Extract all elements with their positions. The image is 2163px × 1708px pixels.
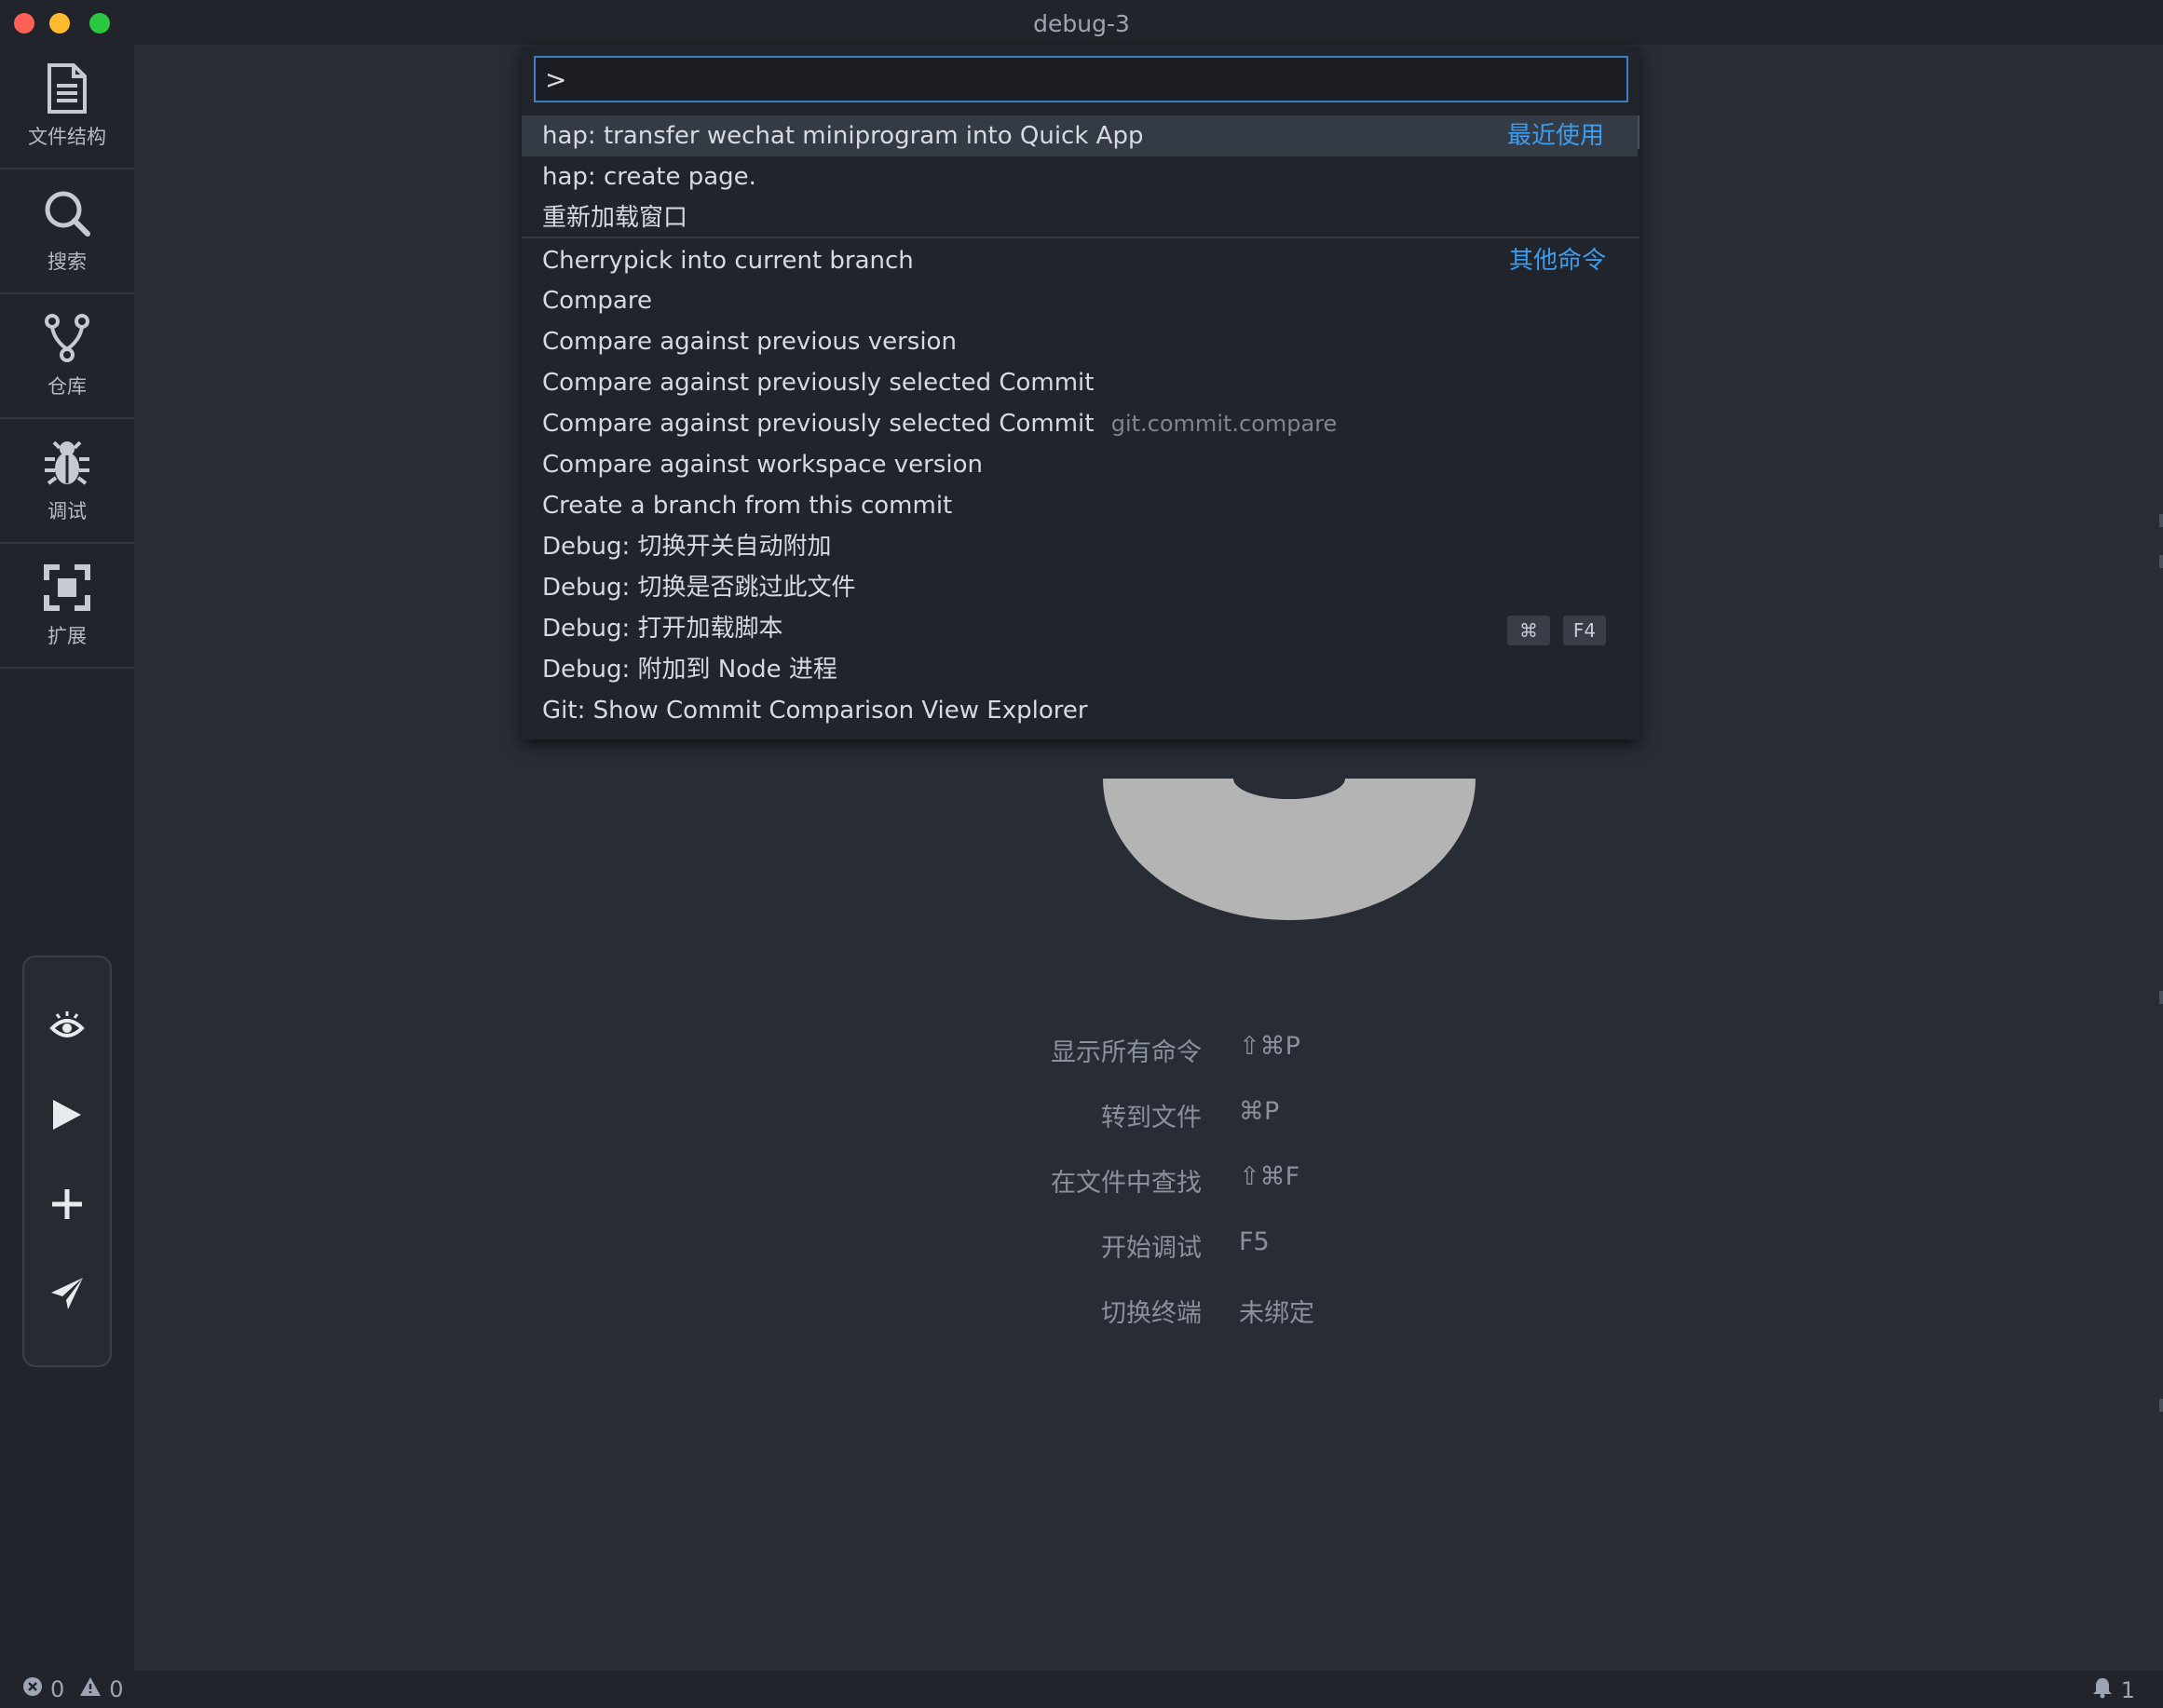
play-icon xyxy=(51,1098,83,1135)
keybinding-key: F4 xyxy=(1563,616,1606,645)
shortcut-row: 切换终端 未绑定 xyxy=(973,1293,1811,1330)
command-item[interactable]: Debug: 切换开关自动附加 xyxy=(522,526,1639,567)
command-item[interactable]: Git: Show Commit Comparison View Explore… xyxy=(522,690,1639,731)
shortcut-name: 显示所有命令 xyxy=(1051,1038,1202,1067)
notification-count: 1 xyxy=(2120,1677,2135,1703)
shortcut-row: 显示所有命令 ⇧⌘P xyxy=(973,1032,1811,1069)
shortcut-name: 转到文件 xyxy=(1101,1104,1202,1132)
run-button[interactable] xyxy=(24,1084,110,1149)
edge-marker xyxy=(2159,991,2163,1004)
activity-item-label: 扩展 xyxy=(48,625,87,647)
command-item[interactable]: Compare xyxy=(522,280,1639,321)
command-label: Compare against previously selected Comm… xyxy=(542,369,1095,397)
command-item[interactable]: Compare against previously selected Comm… xyxy=(522,403,1639,444)
notifications-indicator[interactable]: 1 xyxy=(2091,1676,2135,1704)
group-separator xyxy=(522,237,1639,238)
eye-icon xyxy=(49,1010,85,1045)
plus-icon xyxy=(50,1187,84,1225)
command-item[interactable]: Compare against workspace version xyxy=(522,444,1639,485)
search-icon xyxy=(41,187,93,239)
activity-item-label: 调试 xyxy=(48,500,87,522)
command-label: Compare against previously selected Comm… xyxy=(542,410,1095,438)
shortcut-key: 未绑定 xyxy=(1239,1299,1314,1328)
command-item[interactable]: Compare against previous version xyxy=(522,321,1639,362)
command-label: 重新加载窗口 xyxy=(542,204,688,232)
bell-icon xyxy=(2091,1676,2114,1704)
activity-item-search[interactable]: 搜索 xyxy=(0,169,134,294)
shortcut-key: ⇧⌘P xyxy=(1239,1032,1300,1061)
edge-marker xyxy=(2159,514,2163,527)
error-icon xyxy=(22,1676,43,1702)
shortcut-row: 开始调试 F5 xyxy=(973,1227,1811,1265)
command-label: Debug: 附加到 Node 进程 xyxy=(542,656,837,684)
command-palette: hap: transfer wechat miniprogram into Qu… xyxy=(522,47,1639,739)
activity-item-label: 搜索 xyxy=(48,251,87,273)
command-item[interactable]: Cherrypick into current branch 其他命令 xyxy=(522,240,1639,281)
shortcut-name: 在文件中查找 xyxy=(1051,1169,1202,1198)
shortcut-key: F5 xyxy=(1239,1227,1270,1256)
command-item[interactable]: Compare against previously selected Comm… xyxy=(522,362,1639,403)
command-label: Cherrypick into current branch xyxy=(542,247,914,275)
command-label: Compare against previous version xyxy=(542,328,957,356)
git-branch-icon xyxy=(41,312,93,364)
shortcut-row: 在文件中查找 ⇧⌘F xyxy=(973,1162,1811,1200)
command-item[interactable]: hap: create page. xyxy=(522,156,1639,197)
command-input[interactable] xyxy=(534,56,1628,102)
edge-marker xyxy=(2159,1399,2163,1412)
extension-icon xyxy=(41,562,93,614)
shortcut-name: 切换终端 xyxy=(1101,1299,1202,1328)
warning-icon xyxy=(79,1676,102,1702)
command-label: Git: Show Commit Comparison View Explore… xyxy=(542,697,1088,725)
shortcut-key: ⌘P xyxy=(1239,1097,1280,1126)
command-label: Debug: 切换开关自动附加 xyxy=(542,533,832,561)
shortcut-key: ⇧⌘F xyxy=(1239,1162,1300,1191)
keybinding-key: ⌘ xyxy=(1507,616,1550,645)
activity-item-label: 文件结构 xyxy=(28,126,106,148)
publish-button[interactable] xyxy=(24,1263,110,1328)
add-button[interactable] xyxy=(24,1173,110,1239)
command-label: Compare against workspace version xyxy=(542,451,983,479)
activity-item-file-structure[interactable]: 文件结构 xyxy=(0,45,134,169)
file-icon xyxy=(41,62,93,115)
preview-button[interactable] xyxy=(24,995,110,1060)
activity-item-repository[interactable]: 仓库 xyxy=(0,294,134,419)
command-label: Create a branch from this commit xyxy=(542,492,953,520)
status-bar: 0 0 1 xyxy=(0,1671,2163,1708)
app-window: debug-3 文件结构 搜索 仓库 调试 扩展 显示所有命令 ⇧⌘P 转到文件… xyxy=(0,0,2163,1708)
quick-tools-panel xyxy=(22,956,112,1367)
command-item[interactable]: Debug: 切换是否跳过此文件 xyxy=(522,567,1639,608)
command-item[interactable]: Create a branch from this commit xyxy=(522,485,1639,526)
command-item[interactable]: Debug: 打开加载脚本 ⌘ F4 xyxy=(522,608,1639,649)
bug-icon xyxy=(41,437,93,489)
activity-item-debug[interactable]: 调试 xyxy=(0,419,134,544)
warning-count: 0 xyxy=(109,1676,124,1702)
command-label: hap: create page. xyxy=(542,163,756,191)
command-id: git.commit.compare xyxy=(1110,411,1338,437)
activity-item-label: 仓库 xyxy=(48,375,87,398)
shortcut-row: 转到文件 ⌘P xyxy=(973,1097,1811,1134)
command-item[interactable]: Debug: 附加到 Node 进程 xyxy=(522,649,1639,690)
group-label-recent: 最近使用 xyxy=(1506,122,1604,150)
edge-marker xyxy=(2159,555,2163,568)
title-bar: debug-3 xyxy=(0,0,2163,45)
command-label: Debug: 打开加载脚本 xyxy=(542,615,783,643)
problems-indicator[interactable]: 0 0 xyxy=(22,1676,124,1702)
command-item[interactable]: 重新加载窗口 xyxy=(522,197,1639,238)
welcome-logo xyxy=(1103,779,1476,920)
group-label-other: 其他命令 xyxy=(1508,247,1606,275)
send-icon xyxy=(49,1276,85,1315)
activity-item-extensions[interactable]: 扩展 xyxy=(0,544,134,669)
activity-bar: 文件结构 搜索 仓库 调试 扩展 xyxy=(0,45,134,1671)
command-item[interactable]: hap: transfer wechat miniprogram into Qu… xyxy=(522,115,1638,156)
error-count: 0 xyxy=(50,1676,65,1702)
command-label: hap: transfer wechat miniprogram into Qu… xyxy=(542,122,1144,150)
command-label: Compare xyxy=(542,287,652,315)
shortcut-name: 开始调试 xyxy=(1101,1234,1202,1263)
command-label: Debug: 切换是否跳过此文件 xyxy=(542,574,856,602)
window-title: debug-3 xyxy=(1033,10,1130,37)
